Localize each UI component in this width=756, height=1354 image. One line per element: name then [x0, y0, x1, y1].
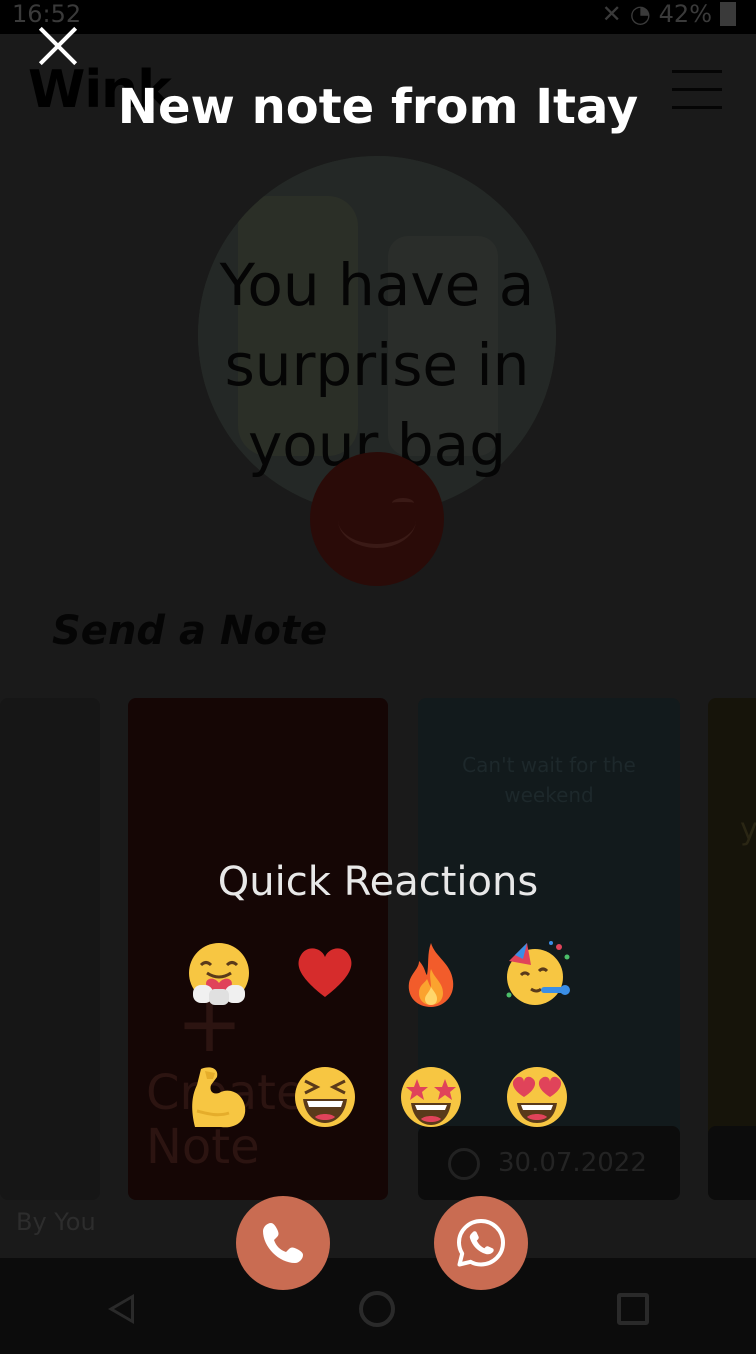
- whatsapp-button[interactable]: [434, 1196, 528, 1290]
- star-struck-emoji[interactable]: [378, 1036, 484, 1158]
- laughing-emoji[interactable]: [272, 1036, 378, 1158]
- hug-emoji[interactable]: [166, 914, 272, 1036]
- call-button[interactable]: [236, 1196, 330, 1290]
- party-emoji[interactable]: [484, 914, 590, 1036]
- heart-eyes-emoji[interactable]: [484, 1036, 590, 1158]
- whatsapp-icon: [457, 1219, 505, 1267]
- phone-icon: [263, 1223, 303, 1263]
- reactions-grid: [166, 914, 590, 1158]
- heart-emoji[interactable]: [272, 914, 378, 1036]
- close-icon[interactable]: [36, 24, 80, 68]
- modal-title: New note from Itay: [117, 79, 639, 135]
- quick-reactions-title: Quick Reactions: [217, 859, 539, 905]
- fire-emoji[interactable]: [378, 914, 484, 1036]
- note-modal: New note from Itay Quick Reactions: [0, 0, 756, 1354]
- flexed-biceps-emoji[interactable]: [166, 1036, 272, 1158]
